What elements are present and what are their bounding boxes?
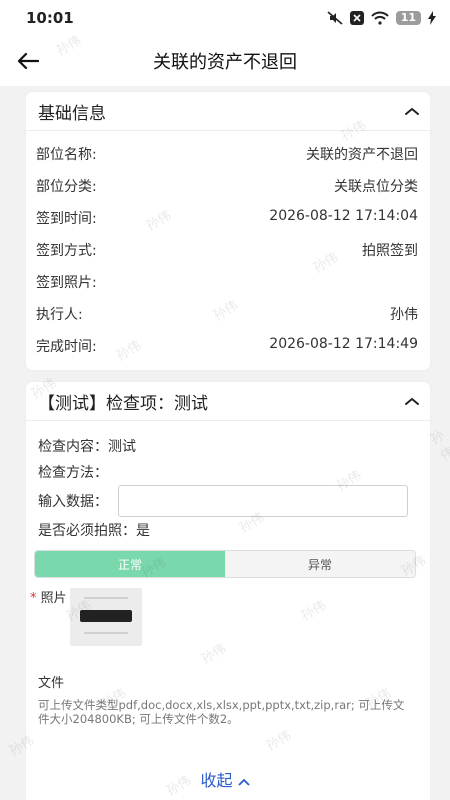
status-toggle[interactable]: 正常 异常 [34,550,416,578]
input-data-field[interactable] [118,485,408,517]
row-value: 拍照签到 [362,243,418,259]
check-content: 检查内容：测试 [38,436,136,456]
status-time: 10:01 [26,9,74,27]
info-row-checkin-method: 签到方式: 拍照签到 [36,240,418,260]
photo-label: 照片 [40,591,67,606]
photo-field-label: * 照片 [30,587,67,606]
battery-level: 11 [395,11,421,25]
row-value: 2026-08-12 17:14:49 [269,336,418,352]
row-label: 签到方式: [36,243,97,259]
photo-required-label: 是否必须拍照： [38,523,136,539]
row-label: 执行人: [36,307,83,323]
watermark: 孙伟 [428,428,450,465]
thumbnail-device [80,610,132,622]
file-upload-hint: 可上传文件类型pdf,doc,docx,xls,xlsx,ppt,pptx,tx… [38,698,405,726]
chevron-up-icon[interactable] [404,106,420,116]
required-asterisk: * [30,591,37,606]
check-item-header[interactable]: 【测试】检查项：测试 [26,382,430,421]
basic-info-title: 基础信息 [38,103,106,124]
chevron-up-icon[interactable] [404,396,420,406]
basic-info-card: 基础信息 部位名称: 关联的资产不退回 部位分类: 关联点位分类 签到时间: 2026… [26,92,430,370]
check-method-label: 检查方法： [38,465,108,481]
row-label: 完成时间: [36,339,97,355]
check-item-title: 【测试】检查项：测试 [38,393,208,414]
wifi-icon [370,11,389,25]
row-label: 部位分类: [36,179,97,195]
back-button[interactable] [14,48,42,74]
top-bar: 关联的资产不退回 [0,36,450,86]
row-value: 孙伟 [390,307,418,323]
row-value: 关联的资产不退回 [306,147,418,163]
row-value: 2026-08-12 17:14:04 [269,208,418,224]
status-bar: 10:01 11 [0,0,450,36]
info-row-executor: 执行人: 孙伟 [36,304,418,324]
row-label: 签到时间: [36,211,97,227]
info-row-checkin-time: 签到时间: 2026-08-12 17:14:04 [36,208,418,228]
arrow-left-icon [17,52,39,70]
thumbnail-detail [84,597,128,599]
check-content-value: 测试 [108,439,136,455]
input-data-label: 输入数据： [38,494,108,510]
row-label: 部位名称: [36,147,97,163]
photo-thumbnail[interactable] [70,588,142,646]
notification-x-icon [349,11,364,25]
row-label: 签到照片: [36,275,97,291]
info-row-finish-time: 完成时间: 2026-08-12 17:14:49 [36,336,418,356]
info-row-location-name: 部位名称: 关联的资产不退回 [36,144,418,164]
status-option-normal[interactable]: 正常 [35,551,225,577]
charging-icon [428,11,436,25]
basic-info-header[interactable]: 基础信息 [26,92,430,131]
collapse-button[interactable]: 收起 [0,767,450,791]
status-icons: 11 [327,11,436,25]
info-row-location-category: 部位分类: 关联点位分类 [36,176,418,196]
photo-required-value: 是 [136,523,150,539]
info-row-checkin-photo: 签到照片: [36,272,418,292]
mute-icon [327,11,343,25]
check-item-card: 【测试】检查项：测试 检查内容：测试 检查方法： 输入数据： 是否必须拍照：是 … [26,382,430,800]
file-label: 文件 [38,676,65,691]
photo-required: 是否必须拍照：是 [38,520,150,540]
row-value: 关联点位分类 [334,179,418,195]
chevron-up-icon [237,778,250,786]
collapse-label: 收起 [200,771,233,790]
check-content-label: 检查内容： [38,439,108,455]
thumbnail-detail [84,632,128,634]
page-title: 关联的资产不退回 [153,52,297,73]
status-option-abnormal[interactable]: 异常 [225,551,415,577]
